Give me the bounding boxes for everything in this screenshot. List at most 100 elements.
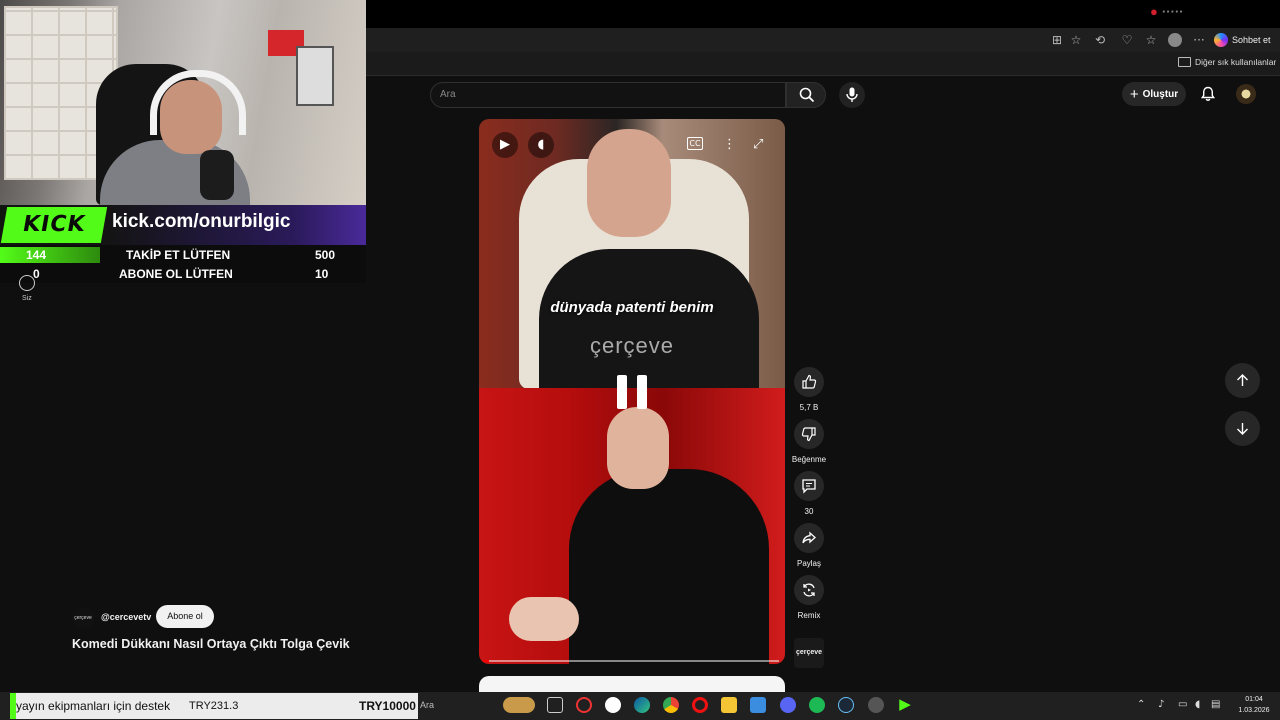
opera-icon[interactable] — [692, 697, 708, 713]
donation-amount: TRY231.3 — [189, 700, 239, 712]
apps-icon[interactable]: ⊞ — [1050, 33, 1064, 47]
favorite-star-icon[interactable]: ☆ — [1069, 33, 1083, 47]
file-explorer-icon[interactable] — [721, 697, 737, 713]
next-short-button[interactable] — [1225, 411, 1260, 446]
video-speaker-body — [539, 249, 759, 389]
remix-label: Remix — [797, 611, 821, 620]
follow-label: TAKİP ET LÜTFEN — [126, 248, 231, 262]
share-icon — [802, 531, 816, 544]
play-button[interactable]: ▶ — [492, 132, 518, 158]
like-button[interactable] — [794, 367, 824, 397]
task-view-icon[interactable] — [547, 697, 563, 713]
browser-toolbar — [366, 28, 1280, 52]
share-label: Paylaş — [796, 559, 821, 568]
thumbs-down-icon — [801, 427, 816, 442]
comments-button[interactable] — [794, 471, 824, 501]
create-button[interactable]: + Oluştur — [1122, 82, 1186, 106]
kick-url: kick.com/onurbilgic — [112, 211, 291, 232]
like-count: 5,7 B — [799, 403, 819, 412]
widget-icon[interactable] — [503, 697, 535, 713]
video-title[interactable]: Komedi Dükkanı Nasıl Ortaya Çıktı Tolga … — [72, 637, 350, 651]
voice-search-button[interactable] — [839, 82, 865, 108]
microphone-icon — [846, 87, 858, 102]
browser-essentials-icon[interactable]: ♡ — [1120, 33, 1134, 47]
microphone — [200, 150, 234, 200]
clock-time: 01:04 — [1245, 696, 1263, 703]
channel-handle[interactable]: @cercevetv — [101, 612, 151, 622]
video-watermark: çerçeve — [589, 333, 675, 358]
copilot-icon — [1214, 33, 1228, 47]
tray-mic-icon[interactable]: ♪ — [1158, 699, 1164, 710]
channel-thumbnail[interactable]: çerçeve — [794, 638, 824, 668]
chat-label: Sohbet et — [1232, 35, 1271, 45]
arrow-down-icon — [1237, 423, 1248, 435]
you-icon[interactable] — [19, 275, 35, 291]
more-options-icon[interactable]: ⋮ — [723, 137, 736, 153]
you-label: Siz — [22, 295, 32, 302]
dislike-label: Beğenme — [791, 455, 827, 464]
fullscreen-icon[interactable]: ⤢ — [753, 137, 763, 153]
edge-icon[interactable] — [634, 697, 650, 713]
captions-icon[interactable]: CC — [687, 137, 703, 150]
more-menu-icon[interactable]: ··· — [1192, 33, 1206, 47]
taskbar-search-label[interactable]: Ara — [420, 700, 434, 710]
notifications-bell-icon[interactable] — [1200, 86, 1216, 102]
remix-button[interactable] — [794, 575, 824, 605]
favorites-icon[interactable]: ☆ — [1144, 33, 1158, 47]
discord-icon[interactable] — [780, 697, 796, 713]
pause-indicator-icon — [617, 375, 647, 409]
shorts-player[interactable]: dünyada patenti benim çerçeve ▶ ◖ CC ⋮ ⤢ — [479, 119, 785, 664]
follow-goal: 500 — [315, 248, 336, 262]
follow-count: 144 — [0, 247, 100, 263]
search-icon — [799, 87, 815, 103]
search-input[interactable] — [430, 82, 786, 108]
volume-icon: ◖ — [537, 137, 545, 152]
volume-button[interactable]: ◖ — [528, 132, 554, 158]
opera-gx-icon[interactable] — [576, 697, 592, 713]
system-clock[interactable]: 01:04 1.03.2026 — [1232, 694, 1276, 716]
subscribe-button[interactable]: Abone ol — [156, 605, 214, 628]
arrow-up-icon — [1237, 374, 1248, 386]
copilot-chat-button[interactable]: Sohbet et — [1214, 31, 1271, 49]
donation-goal: TRY10000 — [359, 699, 416, 713]
clock-date: 1.03.2026 — [1238, 707, 1270, 714]
progress-fill — [483, 660, 489, 662]
extensions-icon[interactable]: ⟲ — [1093, 33, 1107, 47]
tray-notifications-icon[interactable]: ▤ — [1211, 699, 1220, 710]
other-favorites-folder[interactable]: Diğer sık kullanılanlar — [1178, 57, 1276, 67]
channel-avatar[interactable]: çerçeve — [72, 607, 94, 629]
wall-poster — [296, 46, 334, 106]
profile-icon[interactable] — [1168, 33, 1182, 47]
spotify-icon[interactable] — [809, 697, 825, 713]
account-avatar[interactable] — [1236, 84, 1256, 104]
kick-app-icon[interactable]: ▶ — [897, 697, 913, 713]
comment-count: 30 — [804, 507, 814, 516]
steam-icon[interactable] — [838, 697, 854, 713]
share-button[interactable] — [794, 523, 824, 553]
remix-icon — [803, 583, 815, 597]
tray-chevron-icon[interactable]: ⌃ — [1137, 699, 1145, 710]
progress-bar[interactable] — [483, 660, 779, 662]
folder-icon — [1178, 57, 1191, 67]
previous-short-button[interactable] — [1225, 363, 1260, 398]
thumbs-up-icon — [802, 374, 817, 389]
chrome-icon[interactable] — [663, 697, 679, 713]
create-label: Oluştur — [1142, 88, 1179, 100]
video-performer-face — [607, 407, 669, 489]
video-performer-hand — [509, 597, 579, 641]
store-icon[interactable] — [750, 697, 766, 713]
play-icon: ▶ — [500, 137, 510, 152]
donation-text: yayın ekipmanları için destek — [16, 699, 171, 713]
app-icon[interactable] — [868, 697, 884, 713]
streamer-logo-watermark: ● ····· — [1150, 4, 1184, 19]
search-placeholder: Ara — [440, 89, 456, 100]
dislike-button[interactable] — [794, 419, 824, 449]
tray-volume-icon[interactable]: ◖ — [1195, 699, 1200, 710]
tray-network-icon[interactable]: ▭ — [1178, 699, 1187, 710]
search-button[interactable] — [786, 82, 826, 108]
video-subtitle: dünyada patenti benim — [550, 299, 714, 316]
bookmarks-bar — [366, 52, 1280, 76]
yandex-icon[interactable] — [605, 697, 621, 713]
kick-logo: KICK — [0, 207, 108, 243]
folder-label: Diğer sık kullanılanlar — [1195, 57, 1277, 67]
